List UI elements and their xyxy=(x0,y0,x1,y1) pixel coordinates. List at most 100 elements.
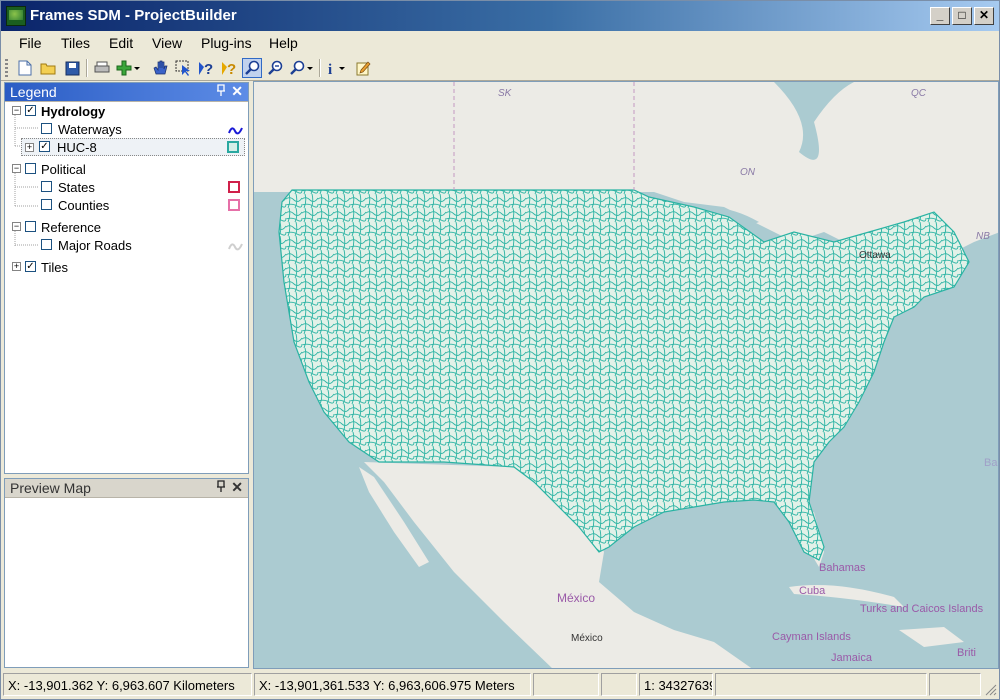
map-label-turks-caicos: Turks and Caicos Islands xyxy=(860,603,984,615)
reference-label: Reference xyxy=(41,220,101,235)
identify-question-icon[interactable]: ? xyxy=(219,58,239,78)
map-label-mexico-city: México xyxy=(571,633,603,644)
legend-group-reference[interactable]: − Reference xyxy=(11,219,241,237)
print-icon[interactable] xyxy=(92,58,112,78)
preview-map-title: Preview Map xyxy=(10,480,91,496)
preview-map-panel: Preview Map ✕ xyxy=(4,478,249,668)
tiles-checkbox[interactable]: ✓ xyxy=(25,261,36,272)
tiles-label: Tiles xyxy=(41,260,68,275)
save-icon[interactable] xyxy=(62,58,82,78)
zoom-out-icon[interactable] xyxy=(265,58,285,78)
expand-toggle[interactable]: + xyxy=(25,143,34,152)
svg-text:i: i xyxy=(328,62,332,76)
toolbar-separator xyxy=(86,59,88,77)
map-view[interactable]: SK QC ON NB Ottawa Ba Bahamas Cuba Méxic… xyxy=(253,81,999,669)
select-arrow-icon[interactable] xyxy=(173,58,193,78)
edit-note-icon[interactable] xyxy=(353,58,373,78)
menu-tiles[interactable]: Tiles xyxy=(61,35,90,51)
resize-grip-icon[interactable] xyxy=(985,684,997,696)
menu-help[interactable]: Help xyxy=(269,35,298,51)
zoom-in-icon[interactable] xyxy=(242,58,262,78)
legend-layer-waterways[interactable]: Waterways xyxy=(11,121,243,139)
roads-symbol-icon xyxy=(228,243,243,251)
add-layer-icon[interactable] xyxy=(115,58,141,78)
status-coords-m: X: -13,901,361.533 Y: 6,963,606.975 Mete… xyxy=(254,673,531,696)
legend-close-button[interactable]: ✕ xyxy=(231,83,243,100)
legend-group-political[interactable]: − Political xyxy=(11,161,241,179)
map-label-on: ON xyxy=(740,167,756,178)
waterways-checkbox[interactable] xyxy=(41,123,52,134)
status-empty-4 xyxy=(929,673,981,696)
legend-header[interactable]: Legend ✕ xyxy=(5,83,248,102)
states-symbol-icon xyxy=(228,181,240,193)
legend-panel: Legend ✕ − ✓ Hydrology Waterways + ✓ HUC… xyxy=(4,82,249,474)
roads-checkbox[interactable] xyxy=(41,239,52,250)
title-bar[interactable]: Frames SDM - ProjectBuilder _ □ ✕ xyxy=(1,1,999,31)
collapse-toggle[interactable]: − xyxy=(12,164,21,173)
map-label-sk: SK xyxy=(498,88,513,99)
preview-map-header[interactable]: Preview Map ✕ xyxy=(5,479,248,498)
toolbar-grip[interactable] xyxy=(5,59,8,77)
status-empty-2 xyxy=(601,673,637,696)
app-window: Frames SDM - ProjectBuilder _ □ ✕ File T… xyxy=(0,0,1000,700)
map-label-jamaica: Jamaica xyxy=(831,652,873,664)
legend-group-tiles[interactable]: + ✓ Tiles xyxy=(11,259,241,277)
map-label-mexico-country: México xyxy=(557,591,595,605)
open-folder-icon[interactable] xyxy=(38,58,58,78)
legend-layer-states[interactable]: States xyxy=(11,179,241,197)
legend-group-hydrology[interactable]: − ✓ Hydrology xyxy=(11,103,241,121)
preview-close-button[interactable]: ✕ xyxy=(231,479,243,496)
minimize-button[interactable]: _ xyxy=(930,7,950,25)
close-button[interactable]: ✕ xyxy=(974,7,994,25)
map-label-ba: Ba xyxy=(984,457,998,469)
huc8-checkbox[interactable]: ✓ xyxy=(39,141,50,152)
huc8-symbol-icon xyxy=(227,141,239,153)
menu-plugins[interactable]: Plug-ins xyxy=(201,35,252,51)
app-logo-icon xyxy=(6,6,26,26)
menu-view[interactable]: View xyxy=(152,35,182,51)
counties-symbol-icon xyxy=(228,199,240,211)
status-empty-3 xyxy=(715,673,927,696)
map-label-qc: QC xyxy=(911,88,927,99)
legend-layer-counties[interactable]: Counties xyxy=(11,197,241,215)
map-label-bahamas: Bahamas xyxy=(819,562,866,574)
map-label-ottawa: Ottawa xyxy=(859,250,891,261)
map-canvas: SK QC ON NB Ottawa Ba Bahamas Cuba Méxic… xyxy=(254,82,998,668)
pan-hand-icon[interactable] xyxy=(150,58,170,78)
svg-text:?: ? xyxy=(204,61,213,76)
states-checkbox[interactable] xyxy=(41,181,52,192)
political-label: Political xyxy=(41,162,86,177)
political-checkbox[interactable] xyxy=(25,163,36,174)
legend-layer-roads[interactable]: Major Roads xyxy=(11,237,243,255)
hydrology-checkbox[interactable]: ✓ xyxy=(25,105,36,116)
new-document-icon[interactable] xyxy=(15,58,35,78)
status-scale: 1: 34327639 xyxy=(639,673,713,696)
help-question-icon[interactable]: ? xyxy=(196,58,216,78)
map-label-cuba: Cuba xyxy=(799,585,826,597)
hispaniola-land xyxy=(899,627,964,647)
roads-label: Major Roads xyxy=(58,238,132,253)
pin-icon[interactable] xyxy=(216,480,226,495)
hydrology-label: Hydrology xyxy=(41,104,106,119)
svg-text:?: ? xyxy=(227,61,236,76)
toolbar-separator xyxy=(319,59,321,77)
zoom-dropdown-icon[interactable] xyxy=(288,58,314,78)
legend-layer-huc8[interactable]: + ✓ HUC-8 xyxy=(21,138,245,156)
map-label-cayman: Cayman Islands xyxy=(772,631,851,643)
collapse-toggle[interactable]: − xyxy=(12,222,21,231)
expand-toggle[interactable]: + xyxy=(12,262,21,271)
huc8-label: HUC-8 xyxy=(57,140,97,155)
counties-checkbox[interactable] xyxy=(41,199,52,210)
pin-icon[interactable] xyxy=(216,84,226,99)
window-title: Frames SDM - ProjectBuilder xyxy=(30,7,237,24)
menu-edit[interactable]: Edit xyxy=(109,35,133,51)
maximize-button[interactable]: □ xyxy=(952,7,972,25)
collapse-toggle[interactable]: − xyxy=(12,106,21,115)
menu-file[interactable]: File xyxy=(19,35,42,51)
reference-checkbox[interactable] xyxy=(25,221,36,232)
waterways-label: Waterways xyxy=(58,122,122,137)
map-label-nb: NB xyxy=(976,231,990,242)
map-label-british: Briti xyxy=(957,647,976,659)
info-icon[interactable]: i xyxy=(325,58,349,78)
menu-bar: File Tiles Edit View Plug-ins Help xyxy=(1,31,999,55)
